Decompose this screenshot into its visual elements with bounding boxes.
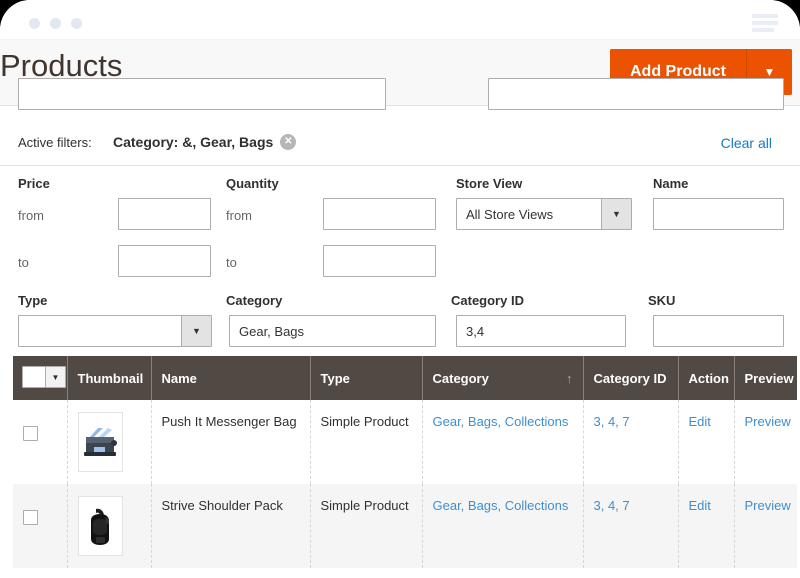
row-name-cell: Push It Messenger Bag	[151, 400, 311, 484]
active-filters-label: Active filters:	[18, 135, 92, 150]
product-category-link[interactable]: Gear, Bags, Collections	[433, 496, 573, 513]
quantity-filter-label: Quantity	[226, 176, 279, 191]
hamburger-bar-1	[752, 14, 778, 18]
clear-all-link[interactable]: Clear all	[721, 135, 772, 151]
name-filter-label: Name	[653, 176, 689, 191]
sku-filter-label: SKU	[648, 293, 676, 308]
hamburger-icon[interactable]	[752, 14, 778, 32]
quantity-from-label: from	[226, 208, 252, 223]
preview-link[interactable]: Preview	[745, 412, 791, 429]
quantity-to-label: to	[226, 255, 237, 270]
quantity-to-input[interactable]	[323, 245, 436, 277]
row-type-cell: Simple Product	[310, 400, 423, 484]
chevron-down-icon[interactable]: ▼	[601, 199, 631, 229]
store-view-filter-label: Store View	[456, 176, 523, 191]
chevron-down-icon[interactable]: ▼	[181, 316, 211, 346]
store-view-select[interactable]: All Store Views ▼	[456, 198, 632, 230]
name-input[interactable]	[653, 198, 784, 230]
cutoff-inputs-strip	[0, 78, 800, 123]
row-select-cell	[13, 484, 68, 568]
row-checkbox[interactable]	[23, 510, 38, 525]
sku-input[interactable]	[653, 315, 784, 347]
row-action-cell: Edit	[678, 484, 735, 568]
row-thumbnail-cell	[67, 484, 152, 568]
products-table: ▼ Thumbnail Name Type Category ↑ Categor…	[13, 356, 797, 568]
shoulder-pack-icon	[91, 508, 109, 545]
type-filter-label: Type	[18, 293, 48, 308]
price-from-label: from	[18, 208, 44, 223]
row-preview-cell: Preview	[734, 484, 797, 568]
row-preview-cell: Preview	[734, 400, 797, 484]
category-id-input[interactable]	[456, 315, 626, 347]
row-category-id-cell: 3, 4, 7	[583, 484, 679, 568]
row-name-cell: Strive Shoulder Pack	[151, 484, 311, 568]
type-selected-value	[19, 316, 181, 346]
row-thumbnail-cell	[67, 400, 152, 484]
close-icon[interactable]: ✕	[280, 134, 297, 150]
products-table-head: ▼ Thumbnail Name Type Category ↑ Categor…	[13, 356, 797, 400]
edit-link[interactable]: Edit	[689, 496, 724, 513]
select-all-header: ▼	[13, 356, 68, 400]
column-header-name[interactable]: Name	[151, 356, 311, 400]
preview-link[interactable]: Preview	[745, 496, 791, 513]
product-type: Simple Product	[320, 498, 409, 513]
row-category-cell: Gear, Bags, Collections	[422, 400, 584, 484]
cutoff-input-right[interactable]	[488, 78, 784, 110]
product-category-id-link[interactable]: 3, 4, 7	[594, 412, 668, 429]
product-type: Simple Product	[320, 414, 409, 429]
filter-form: Price from to Quantity from to Store Vie…	[0, 166, 800, 356]
shoulder-pack-thumbnail	[77, 496, 123, 556]
store-view-selected-value: All Store Views	[466, 206, 554, 222]
column-header-action[interactable]: Action	[678, 356, 735, 400]
row-type-cell: Simple Product	[310, 484, 423, 568]
hamburger-bar-3	[752, 28, 774, 32]
edit-link[interactable]: Edit	[689, 412, 724, 429]
product-category-link[interactable]: Gear, Bags, Collections	[433, 412, 573, 429]
product-name: Strive Shoulder Pack	[161, 498, 283, 513]
row-category-cell: Gear, Bags, Collections	[422, 484, 584, 568]
products-table-body: Push It Messenger Bag Simple Product Gea…	[13, 400, 797, 568]
price-to-input[interactable]	[118, 245, 211, 277]
quantity-from-input[interactable]	[323, 198, 436, 230]
active-filter-chip-text: Category: &, Gear, Bags	[113, 134, 274, 150]
price-filter-label: Price	[18, 176, 50, 191]
window-dot-maximize[interactable]	[71, 18, 82, 29]
chevron-down-icon[interactable]: ▼	[45, 367, 65, 387]
price-to-label: to	[18, 255, 29, 270]
messenger-bag-icon	[84, 428, 117, 456]
row-checkbox[interactable]	[23, 426, 38, 441]
active-filter-chip: Category: &, Gear, Bags ✕	[113, 134, 297, 150]
browser-window: Products Add Product ▼ Active filters: C…	[0, 0, 800, 578]
column-header-category[interactable]: Category ↑	[422, 356, 584, 400]
category-filter-label: Category	[226, 293, 283, 308]
sort-ascending-icon: ↑	[566, 370, 573, 386]
messenger-bag-thumbnail	[77, 412, 123, 472]
product-name: Push It Messenger Bag	[161, 414, 297, 429]
browser-chrome-bar	[0, 0, 800, 40]
window-dot-close[interactable]	[29, 18, 40, 29]
row-category-id-cell: 3, 4, 7	[583, 400, 679, 484]
column-header-preview[interactable]: Preview	[734, 356, 797, 400]
active-filters-row: Active filters: Category: &, Gear, Bags …	[0, 123, 800, 166]
row-action-cell: Edit	[678, 400, 735, 484]
table-header-row: ▼ Thumbnail Name Type Category ↑ Categor…	[13, 356, 797, 400]
category-id-filter-label: Category ID	[451, 293, 524, 308]
table-row: Strive Shoulder Pack Simple Product Gear…	[13, 484, 797, 568]
type-select[interactable]: ▼	[18, 315, 212, 347]
column-header-category-label: Category	[432, 370, 489, 386]
product-category-id-link[interactable]: 3, 4, 7	[594, 496, 668, 513]
column-header-thumbnail[interactable]: Thumbnail	[67, 356, 152, 400]
cutoff-input-left[interactable]	[18, 78, 386, 110]
column-header-category-id[interactable]: Category ID	[583, 356, 679, 400]
category-input[interactable]	[229, 315, 436, 347]
row-select-cell	[13, 400, 68, 484]
select-all-control[interactable]: ▼	[22, 366, 66, 388]
window-controls	[29, 18, 82, 29]
hamburger-bar-2	[752, 21, 778, 25]
table-row: Push It Messenger Bag Simple Product Gea…	[13, 400, 797, 484]
window-dot-minimize[interactable]	[50, 18, 61, 29]
select-all-checkbox[interactable]	[23, 367, 45, 387]
price-from-input[interactable]	[118, 198, 211, 230]
column-header-type[interactable]: Type	[310, 356, 423, 400]
